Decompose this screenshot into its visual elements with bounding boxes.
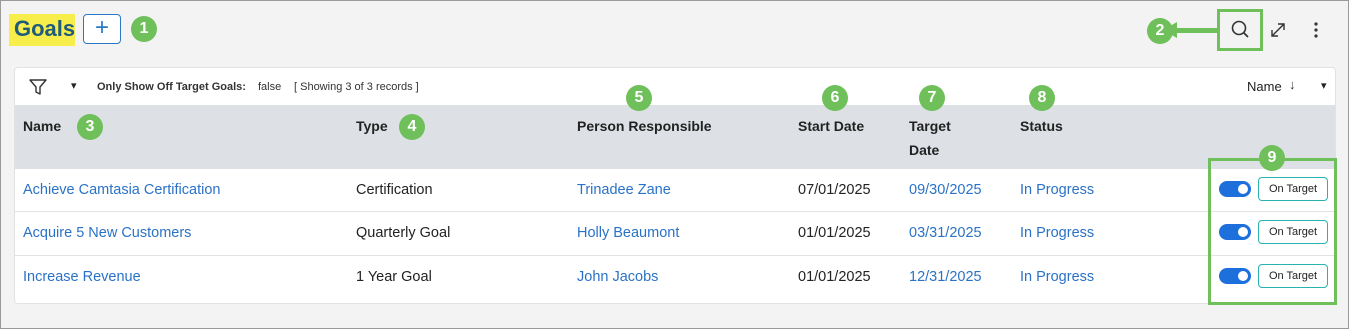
callout-badge: 8 [1029, 85, 1055, 111]
start-date: 01/01/2025 [798, 225, 871, 241]
column-header-target-date-line2: Date [909, 142, 940, 158]
goal-name-link[interactable]: Increase Revenue [23, 268, 141, 286]
filter-button[interactable] [27, 77, 49, 97]
column-header-start-date[interactable]: Start Date [798, 114, 864, 138]
person-responsible-link[interactable]: John Jacobs [577, 268, 658, 286]
callout-badge: 1 [131, 16, 157, 42]
callout-badge: 9 [1259, 145, 1285, 171]
start-date: 01/01/2025 [798, 269, 871, 285]
sort-label: Name [1247, 79, 1282, 94]
target-date-link[interactable]: 03/31/2025 [909, 224, 982, 242]
callout-arrow-head [1163, 22, 1177, 38]
callout-badge: 3 [77, 114, 103, 140]
callout-arrow [1173, 28, 1217, 33]
person-responsible-link[interactable]: Holly Beaumont [577, 224, 679, 242]
goal-type: Certification [356, 182, 433, 198]
row-divider [15, 211, 1335, 212]
search-icon [1231, 20, 1249, 38]
status-link[interactable]: In Progress [1020, 268, 1094, 286]
sort-direction-icon: ↓ [1289, 77, 1296, 92]
row-divider [15, 255, 1335, 256]
status-link[interactable]: In Progress [1020, 224, 1094, 242]
filter-dropdown-caret[interactable]: ▾ [71, 79, 77, 92]
sort-dropdown[interactable]: Name ↓ ▾ [1241, 71, 1335, 103]
person-responsible-link[interactable]: Trinadee Zane [577, 181, 671, 199]
record-count: [ Showing 3 of 3 records ] [294, 81, 419, 93]
callout-badge: 5 [626, 85, 652, 111]
column-header-person[interactable]: Person Responsible [577, 114, 712, 138]
target-date-link[interactable]: 12/31/2025 [909, 268, 982, 286]
filter-icon [29, 79, 47, 95]
column-header-target-date[interactable]: Target [909, 114, 951, 138]
column-header-type[interactable]: Type [356, 114, 388, 138]
status-link[interactable]: In Progress [1020, 181, 1094, 199]
column-header-status[interactable]: Status [1020, 114, 1063, 138]
more-options-button[interactable] [1306, 18, 1326, 42]
page-title: Goals [14, 16, 76, 41]
more-vertical-icon [1314, 22, 1318, 38]
start-date: 07/01/2025 [798, 182, 871, 198]
goal-name-link[interactable]: Achieve Camtasia Certification [23, 181, 220, 199]
sort-caret-icon: ▾ [1321, 80, 1327, 92]
callout-badge: 6 [822, 85, 848, 111]
search-button[interactable] [1217, 9, 1263, 51]
goal-name-link[interactable]: Acquire 5 New Customers [23, 224, 191, 242]
target-date-link[interactable]: 09/30/2025 [909, 181, 982, 199]
off-target-filter-value: false [258, 81, 282, 93]
add-goal-button[interactable]: + [83, 14, 121, 44]
off-target-filter-label: Only Show Off Target Goals: [97, 81, 246, 93]
column-header-name[interactable]: Name [23, 114, 61, 138]
expand-icon [1271, 23, 1285, 37]
callout-frame [1208, 158, 1337, 305]
callout-badge: 7 [919, 85, 945, 111]
callout-badge: 4 [399, 114, 425, 140]
expand-button[interactable] [1266, 18, 1290, 42]
goal-type: 1 Year Goal [356, 269, 432, 285]
goal-type: Quarterly Goal [356, 225, 451, 241]
